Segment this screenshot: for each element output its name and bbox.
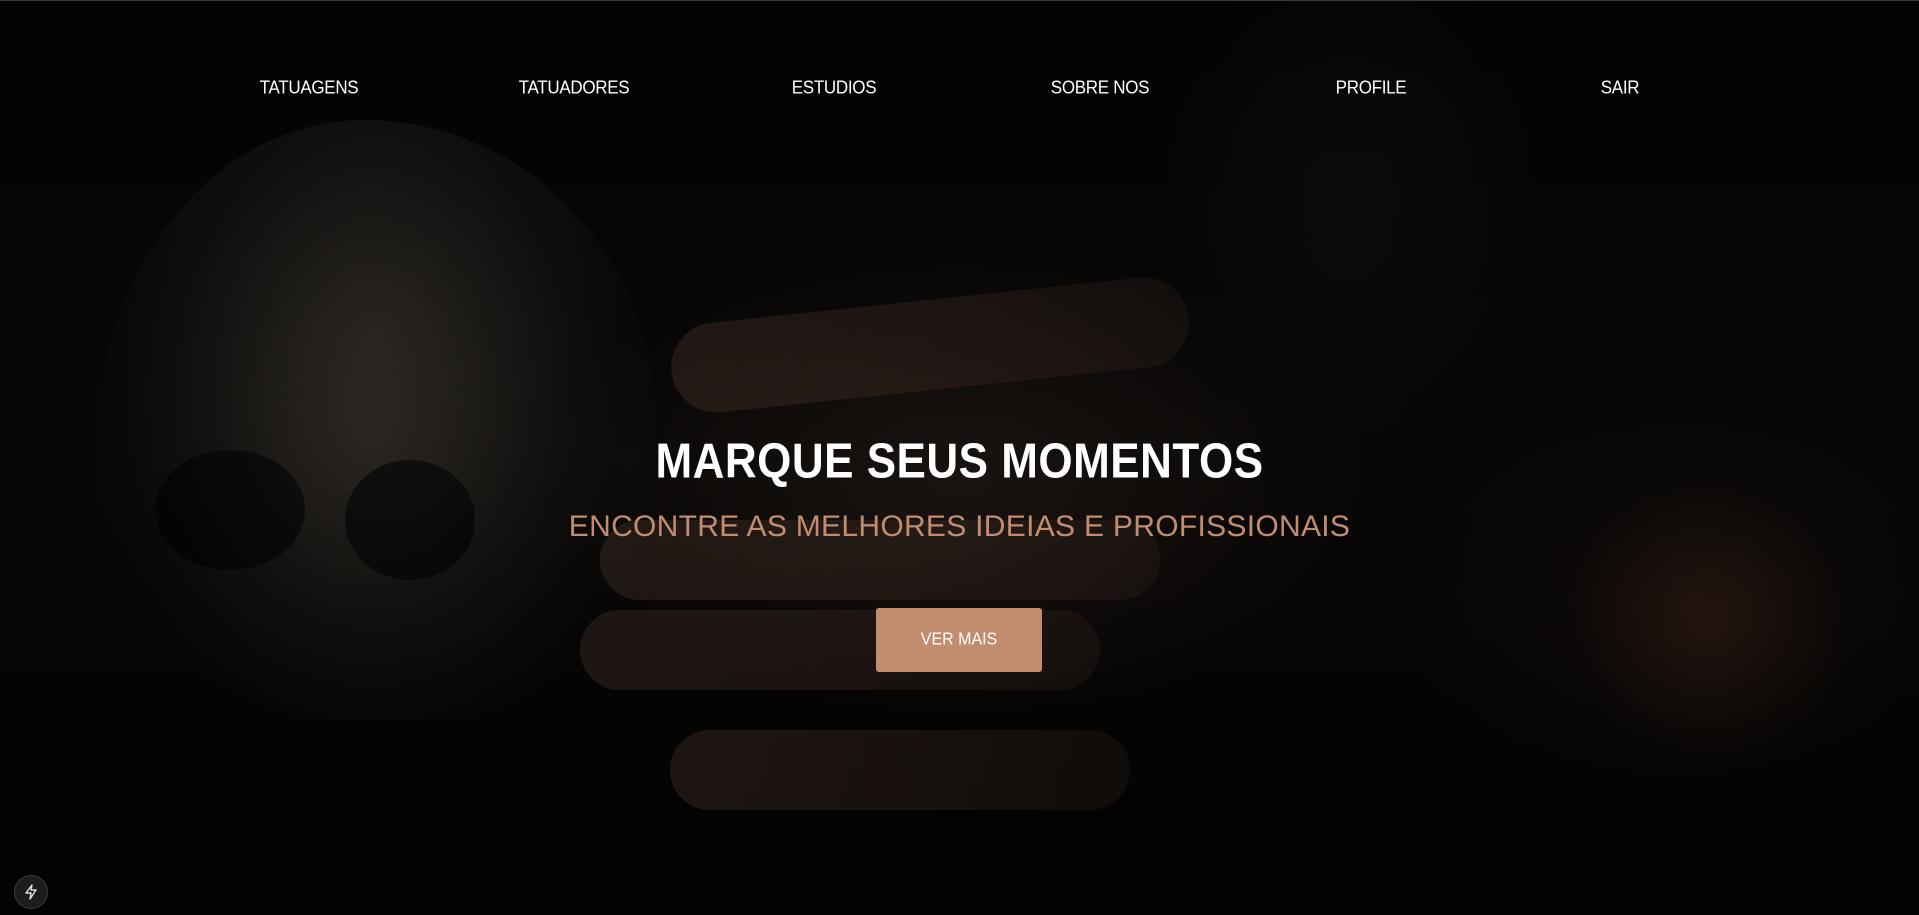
hero-subtitle: ENCONTRE AS MELHORES IDEIAS E PROFISSION… [568,510,1351,543]
ver-mais-button[interactable]: VER MAIS [876,608,1042,672]
nav-item-profile[interactable]: PROFILE [1336,77,1407,99]
hero-title: MARQUE SEUS MOMENTOS [655,434,1264,489]
nav-item-tatuagens[interactable]: TATUAGENS [260,77,359,99]
nav-item-estudios[interactable]: ESTUDIOS [792,77,877,99]
nav-item-tatuadores[interactable]: TATUADORES [519,77,630,99]
lightning-bolt-icon [25,884,37,900]
nav-item-sair[interactable]: SAIR [1601,77,1640,99]
top-border-divider [0,0,1919,1]
ver-mais-button-label: VER MAIS [920,630,998,649]
skull-background-image [95,120,655,720]
main-navigation: TATUAGENS TATUADORES ESTUDIOS SOBRE NOS … [0,77,1919,108]
dev-tools-badge[interactable] [14,875,48,909]
hand-finger-shape [666,273,1194,417]
hand-finger-shape [670,730,1130,810]
nav-item-sobre-nos[interactable]: SOBRE NOS [1051,77,1150,99]
